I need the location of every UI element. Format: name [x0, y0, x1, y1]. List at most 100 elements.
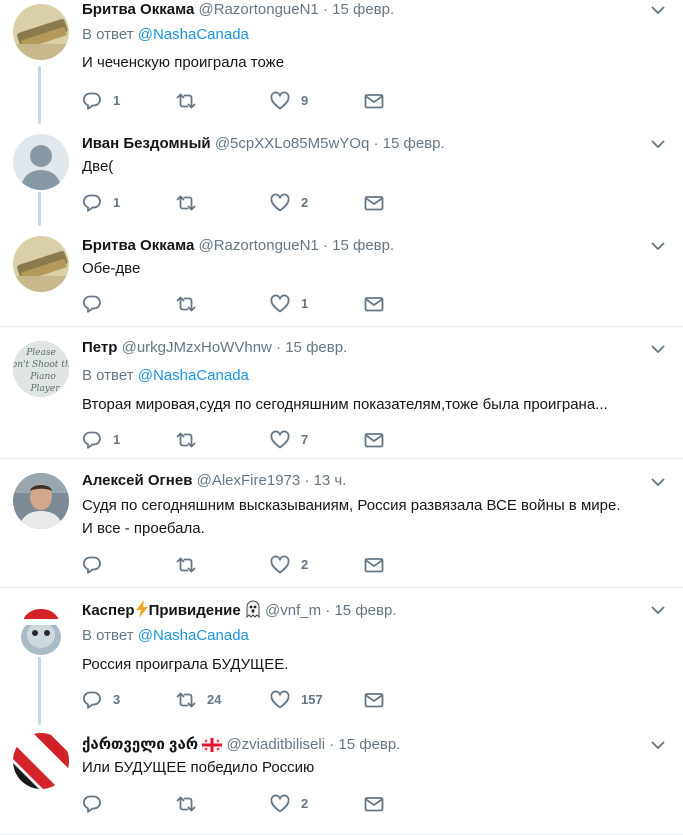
speech-bubble-icon	[82, 430, 102, 450]
tweet-actions: 1 9	[82, 90, 402, 112]
separator-dot: ·	[322, 237, 328, 254]
chevron-down-icon[interactable]	[650, 2, 666, 18]
author-name[interactable]: Бритва Оккама	[82, 1, 194, 18]
reply-button[interactable]	[82, 293, 113, 315]
retweet-button[interactable]: 24	[176, 689, 221, 711]
retweet-button[interactable]	[176, 192, 207, 214]
reply-context: В ответ @NashaCanada	[82, 626, 249, 646]
tweet[interactable]: ქართველი ვარ @zviaditbiliseli · 15 февр.…	[0, 725, 683, 835]
author-handle[interactable]: @5cpXXLo85M5wYOq	[215, 135, 369, 152]
retweet-button[interactable]	[176, 293, 207, 315]
retweet-arrows-icon	[176, 794, 196, 814]
tweet-text-line2: И все - проебала.	[82, 520, 205, 537]
timestamp[interactable]: 13 ч.	[314, 472, 347, 489]
direct-message-button[interactable]	[364, 429, 384, 451]
chevron-down-icon[interactable]	[650, 341, 666, 357]
timestamp[interactable]: 15 февр.	[332, 237, 394, 254]
chevron-down-icon[interactable]	[650, 238, 666, 254]
envelope-icon	[364, 91, 384, 111]
reply-button[interactable]: 1	[82, 90, 120, 112]
like-button[interactable]: 1	[270, 293, 308, 315]
direct-message-button[interactable]	[364, 689, 384, 711]
reply-to-link[interactable]: @NashaCanada	[138, 627, 249, 644]
like-button[interactable]: 2	[270, 192, 308, 214]
speech-bubble-icon	[82, 690, 102, 710]
direct-message-button[interactable]	[364, 554, 384, 576]
avatar[interactable]	[13, 733, 69, 789]
chevron-down-icon[interactable]	[650, 136, 666, 152]
author-name[interactable]: ქართველი ვარ	[82, 736, 198, 753]
like-button[interactable]: 157	[270, 689, 323, 711]
timestamp[interactable]: 15 февр.	[285, 339, 347, 356]
author-handle[interactable]: @AlexFire1973	[197, 472, 301, 489]
speech-bubble-icon	[82, 794, 102, 814]
svg-text:Player: Player	[29, 384, 60, 394]
reply-button[interactable]: 3	[82, 689, 120, 711]
timestamp[interactable]: 15 февр.	[338, 736, 400, 753]
reply-count: 3	[113, 692, 121, 707]
heart-icon	[270, 430, 290, 450]
reply-context: В ответ @NashaCanada	[82, 25, 249, 45]
envelope-icon	[364, 430, 384, 450]
reply-button[interactable]: 1	[82, 429, 120, 451]
tweet-text: Или БУДУЩЕЕ победило Россию	[82, 759, 315, 776]
chevron-down-icon[interactable]	[650, 737, 666, 753]
tweet-actions: 2	[82, 793, 402, 815]
reply-prefix: В ответ	[82, 627, 134, 644]
author-name[interactable]: Петр	[82, 339, 117, 356]
lightning-icon	[135, 600, 149, 624]
author-name[interactable]: Бритва Оккама	[82, 237, 194, 254]
chevron-down-icon[interactable]	[650, 474, 666, 490]
separator-dot: ·	[304, 472, 310, 489]
heart-icon	[270, 555, 290, 575]
author-handle[interactable]: @RazortongueN1	[198, 1, 318, 18]
author-name[interactable]: Иван Бездомный	[82, 135, 211, 152]
avatar[interactable]	[13, 236, 69, 292]
retweet-button[interactable]	[176, 554, 207, 576]
timestamp[interactable]: 15 февр.	[332, 1, 394, 18]
tweet-actions: 1	[82, 293, 402, 315]
chevron-down-icon[interactable]	[650, 602, 666, 618]
reply-to-link[interactable]: @NashaCanada	[138, 367, 249, 384]
separator-dot: ·	[276, 339, 282, 356]
direct-message-button[interactable]	[364, 293, 384, 315]
avatar[interactable]	[13, 4, 69, 60]
retweet-button[interactable]	[176, 793, 207, 815]
author-handle[interactable]: @vnf_m	[265, 602, 321, 619]
tweet[interactable]: Бритва Оккама @RazortongueN1 · 15 февр. …	[0, 226, 683, 326]
retweet-button[interactable]	[176, 429, 207, 451]
tweet[interactable]: Иван Бездомный @5cpXXLo85M5wYOq · 15 фев…	[0, 124, 683, 224]
avatar[interactable]	[13, 134, 69, 190]
tweet[interactable]: Каспер Привидение @vnf_m · 15 февр. В отв…	[0, 588, 683, 720]
speech-bubble-icon	[82, 193, 102, 213]
author-handle[interactable]: @zviaditbiliseli	[226, 736, 325, 753]
like-button[interactable]: 7	[270, 429, 308, 451]
tweet[interactable]: Please don't Shoot the Piano Player Петр…	[0, 327, 683, 457]
envelope-icon	[364, 555, 384, 575]
author-name[interactable]: Каспер	[82, 602, 135, 619]
reply-button[interactable]	[82, 554, 113, 576]
direct-message-button[interactable]	[364, 793, 384, 815]
tweet[interactable]: Бритва Оккама @RazortongueN1 · 15 февр. …	[0, 0, 683, 120]
reply-prefix: В ответ	[82, 26, 134, 43]
avatar[interactable]: Please don't Shoot the Piano Player	[13, 341, 69, 397]
like-button[interactable]: 2	[270, 554, 308, 576]
author-name[interactable]: Алексей Огнев	[82, 472, 192, 489]
timestamp[interactable]: 15 февр.	[383, 135, 445, 152]
author-handle[interactable]: @urkgJMzxHoWVhnw	[122, 339, 272, 356]
timestamp[interactable]: 15 февр.	[334, 602, 396, 619]
direct-message-button[interactable]	[364, 90, 384, 112]
author-handle[interactable]: @RazortongueN1	[198, 237, 318, 254]
avatar[interactable]	[13, 473, 69, 529]
reply-to-link[interactable]: @NashaCanada	[138, 26, 249, 43]
like-button[interactable]: 9	[270, 90, 308, 112]
reply-button[interactable]: 1	[82, 192, 120, 214]
author-name-suffix[interactable]: Привидение	[149, 602, 241, 619]
avatar[interactable]	[13, 601, 69, 657]
heart-icon	[270, 794, 290, 814]
retweet-button[interactable]	[176, 90, 207, 112]
tweet[interactable]: Алексей Огнев @AlexFire1973 · 13 ч. Судя…	[0, 459, 683, 587]
reply-button[interactable]	[82, 793, 113, 815]
like-button[interactable]: 2	[270, 793, 308, 815]
direct-message-button[interactable]	[364, 192, 384, 214]
